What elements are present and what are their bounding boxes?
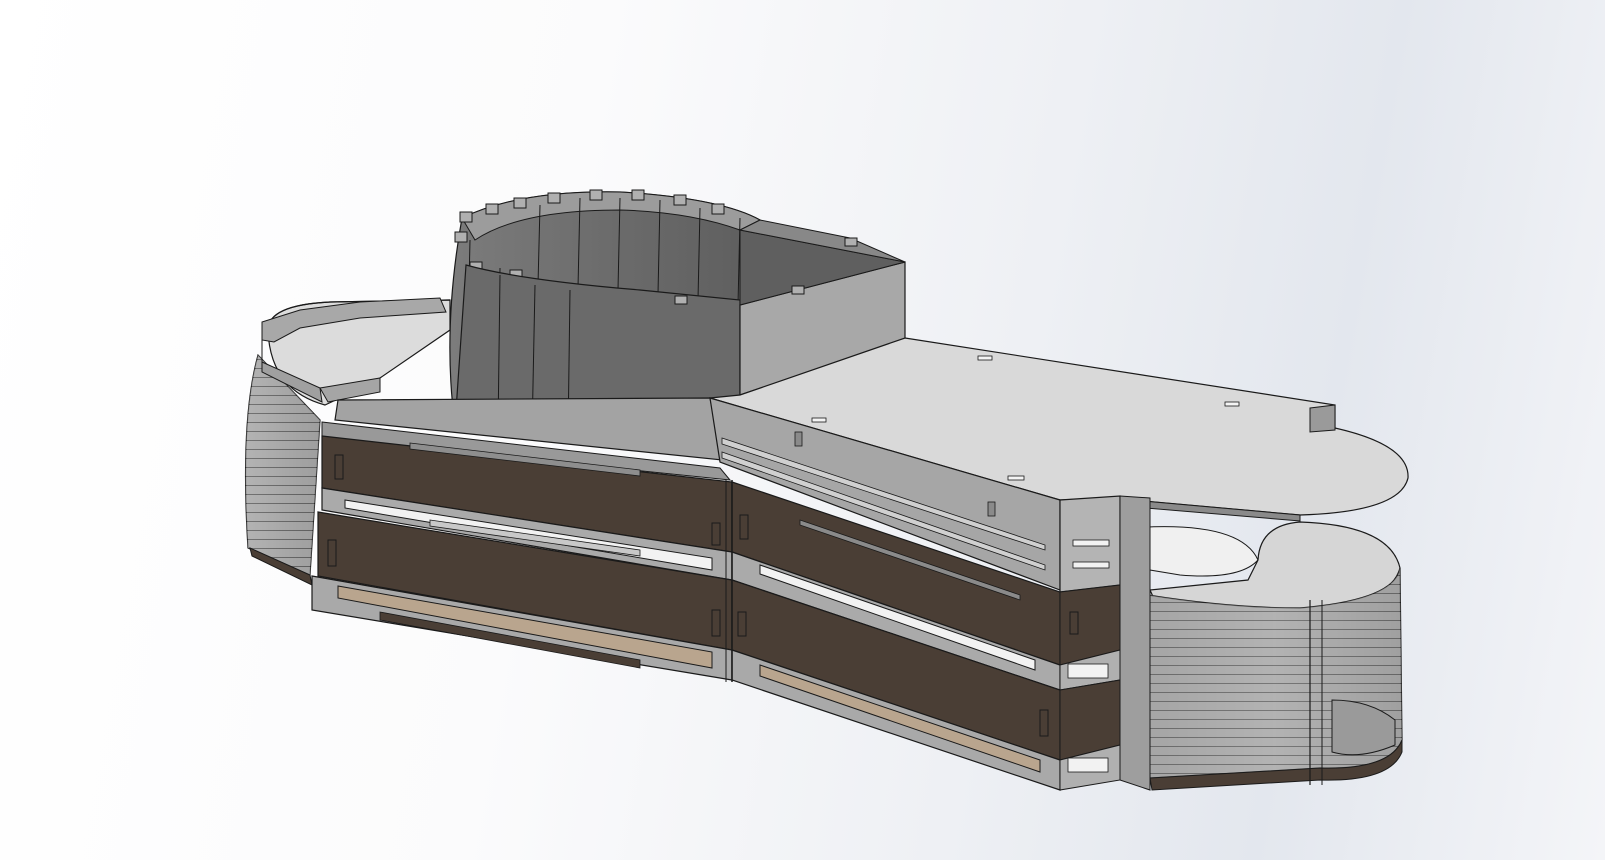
right-lower-plate	[1129, 521, 1403, 791]
front-left-panels	[311, 397, 733, 681]
cad-viewport[interactable]	[0, 0, 1605, 860]
cad-3d-model[interactable]	[0, 0, 1605, 860]
